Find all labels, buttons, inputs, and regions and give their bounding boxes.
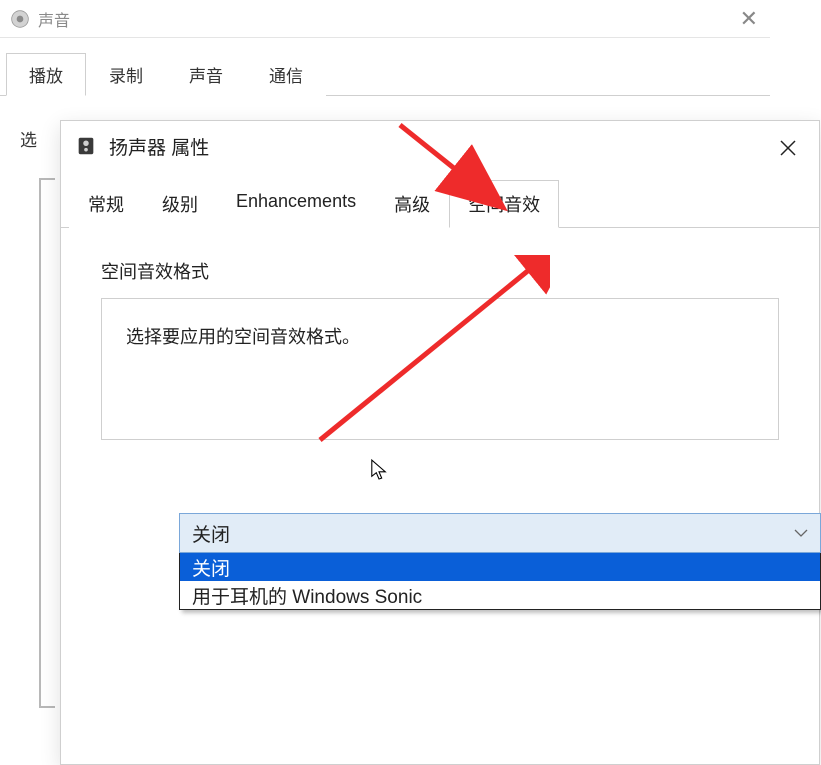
- spatial-sound-instructions: 选择要应用的空间音效格式。: [126, 323, 754, 349]
- dropdown-selected-text: 关闭: [192, 520, 230, 547]
- tab-playback[interactable]: 播放: [6, 53, 86, 96]
- properties-tabs: 常规 级别 Enhancements 高级 空间音效: [61, 179, 819, 228]
- spatial-sound-content: 空间音效格式 选择要应用的空间音效格式。: [61, 228, 819, 470]
- tab-enhancements[interactable]: Enhancements: [217, 180, 375, 228]
- dropdown-selected-value[interactable]: 关闭: [179, 513, 821, 553]
- dropdown-option-off[interactable]: 关闭: [180, 553, 820, 581]
- spatial-sound-format-label: 空间音效格式: [101, 258, 779, 284]
- sound-close-button[interactable]: ✕: [740, 6, 758, 32]
- tab-general[interactable]: 常规: [69, 180, 143, 228]
- sound-tabs: 播放 录制 声音 通信: [0, 52, 770, 96]
- dropdown-option-windows-sonic[interactable]: 用于耳机的 Windows Sonic: [180, 581, 820, 609]
- chevron-down-icon: [794, 522, 808, 544]
- speaker-properties-window: 扬声器 属性 常规 级别 Enhancements 高级 空间音效 空间音效格式…: [60, 120, 820, 765]
- dropdown-list: 关闭 用于耳机的 Windows Sonic: [179, 553, 821, 610]
- tab-recording[interactable]: 录制: [86, 53, 166, 96]
- sound-titlebar: 声音 ✕: [0, 0, 770, 38]
- tab-communications[interactable]: 通信: [246, 53, 326, 96]
- sound-window-title: 声音: [38, 7, 70, 31]
- tab-levels[interactable]: 级别: [143, 180, 217, 228]
- tab-advanced[interactable]: 高级: [375, 180, 449, 228]
- speaker-icon: [10, 9, 30, 29]
- properties-window-title: 扬声器 属性: [109, 133, 209, 160]
- speaker-device-icon: [75, 135, 97, 157]
- device-list-frame-fragment: [39, 178, 55, 708]
- select-label-fragment: 选: [20, 131, 37, 150]
- tab-spatial-sound[interactable]: 空间音效: [449, 180, 559, 228]
- spatial-sound-format-dropdown[interactable]: 关闭 关闭 用于耳机的 Windows Sonic: [179, 513, 821, 610]
- spatial-sound-group-box: 选择要应用的空间音效格式。: [101, 298, 779, 440]
- properties-close-button[interactable]: [773, 133, 803, 163]
- tab-sounds[interactable]: 声音: [166, 53, 246, 96]
- properties-titlebar: 扬声器 属性: [61, 121, 819, 171]
